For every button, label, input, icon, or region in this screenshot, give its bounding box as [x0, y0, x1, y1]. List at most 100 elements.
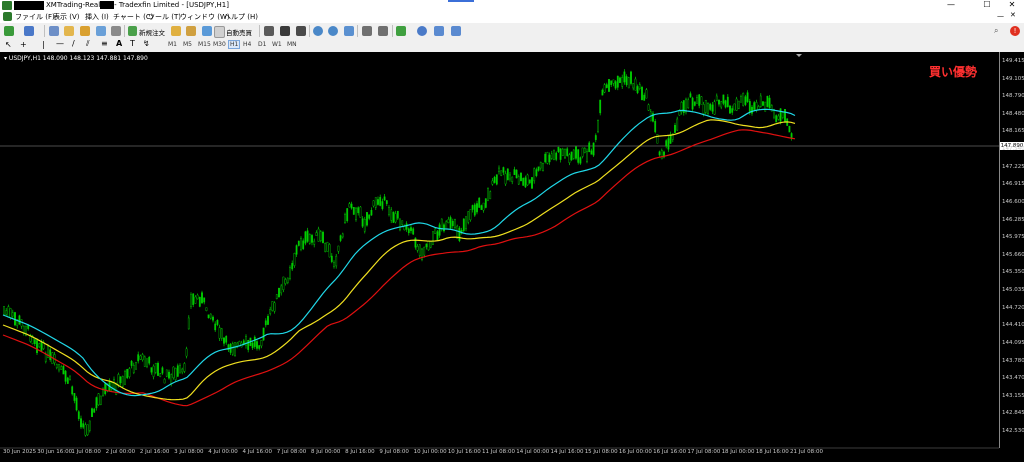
- candle-body: [473, 204, 476, 216]
- screenshot-icon[interactable]: [451, 26, 461, 36]
- navigator-icon[interactable]: [80, 26, 90, 36]
- candle-body: [416, 246, 419, 251]
- signals-icon[interactable]: [186, 26, 196, 36]
- crosshair-icon[interactable]: +: [20, 40, 27, 49]
- vps-icon[interactable]: [202, 26, 212, 36]
- menu-window[interactable]: ウィンドウ (W): [180, 12, 230, 22]
- candle-body: [344, 214, 346, 223]
- chart-area[interactable]: [0, 52, 1024, 462]
- text-icon[interactable]: A: [116, 39, 122, 48]
- candle-body: [722, 94, 725, 104]
- menu-tools[interactable]: ツール (T): [148, 12, 181, 22]
- candle-body: [775, 115, 778, 123]
- vertical-line-icon[interactable]: |: [42, 40, 45, 49]
- tf-m15[interactable]: M15: [198, 41, 211, 48]
- auto-trading-button[interactable]: 自動売買: [226, 27, 252, 37]
- horizontal-line-icon[interactable]: —: [56, 39, 64, 48]
- tf-w1[interactable]: W1: [272, 41, 282, 48]
- time-tick: 11 Jul 08:00: [482, 449, 516, 455]
- templates-icon[interactable]: [434, 26, 444, 36]
- bar-chart-icon[interactable]: [264, 26, 274, 36]
- candle-body: [38, 343, 41, 348]
- candle-body: [533, 168, 536, 182]
- menu-minimize-icon[interactable]: —: [997, 12, 1004, 20]
- time-tick: 16 Jul 00:00: [618, 449, 652, 455]
- candle-body: [399, 218, 401, 231]
- market-watch-icon[interactable]: [49, 26, 59, 36]
- candle-body: [212, 316, 214, 321]
- channel-icon[interactable]: ⫽: [86, 39, 90, 49]
- candle-body: [245, 336, 247, 346]
- candle-body: [718, 99, 720, 105]
- candle-body: [337, 245, 340, 252]
- chart-shift-marker: [796, 54, 802, 57]
- candle-body: [674, 125, 676, 133]
- search-icon[interactable]: ⌕: [994, 26, 998, 36]
- periods-icon[interactable]: [417, 26, 427, 36]
- time-tick: 4 Jul 16:00: [242, 449, 272, 455]
- candle-body: [176, 365, 179, 377]
- candle-body: [275, 294, 278, 300]
- label-icon[interactable]: T: [130, 39, 135, 48]
- zoom-in-icon[interactable]: [313, 26, 323, 36]
- candle-body: [568, 154, 571, 163]
- candle-body: [491, 180, 494, 185]
- alert-icon[interactable]: !: [1010, 26, 1020, 36]
- candle-body: [709, 103, 712, 110]
- menu-insert[interactable]: 挿入 (I): [85, 12, 109, 22]
- tile-windows-icon[interactable]: [344, 26, 354, 36]
- time-tick: 30 Jun 2025: [3, 449, 37, 455]
- new-chart-icon[interactable]: [4, 26, 14, 36]
- data-window-icon[interactable]: [64, 26, 74, 36]
- tf-m1[interactable]: M1: [168, 41, 177, 48]
- menu-help[interactable]: ヘルプ (H): [224, 12, 258, 22]
- maximize-button[interactable]: ☐: [976, 0, 998, 11]
- menu-file[interactable]: ファイル (F): [15, 12, 55, 22]
- close-button[interactable]: ✕: [1001, 0, 1023, 11]
- candle-body: [36, 340, 38, 354]
- candle-body: [388, 207, 390, 215]
- tester-icon[interactable]: [111, 26, 121, 36]
- candle-body: [69, 375, 71, 380]
- profiles-icon[interactable]: [24, 26, 34, 36]
- candle-body: [506, 168, 509, 181]
- tf-h4[interactable]: H4: [243, 41, 251, 48]
- menu-close-icon[interactable]: ✕: [1010, 11, 1016, 19]
- candle-body: [418, 244, 421, 257]
- zoom-out-icon[interactable]: [328, 26, 338, 36]
- candle-body: [766, 95, 769, 107]
- candle-body: [293, 253, 296, 266]
- chart-shift-icon[interactable]: [362, 26, 372, 36]
- tf-d1[interactable]: D1: [258, 41, 266, 48]
- tf-mn[interactable]: MN: [287, 41, 297, 48]
- candle-body: [11, 312, 14, 317]
- autoscroll-icon[interactable]: [378, 26, 388, 36]
- trendline-icon[interactable]: /: [72, 39, 75, 48]
- candle-body: [95, 397, 98, 409]
- new-order-button[interactable]: 新規注文: [139, 27, 165, 37]
- terminal-icon[interactable]: [96, 26, 106, 36]
- tf-h1[interactable]: H1: [228, 40, 241, 49]
- tf-m30[interactable]: M30: [213, 41, 226, 48]
- candlestick-icon[interactable]: [280, 26, 290, 36]
- line-chart-icon[interactable]: [296, 26, 306, 36]
- price-tick: 145.660: [1002, 251, 1024, 258]
- metaeditor-icon[interactable]: [171, 26, 181, 36]
- menu-view[interactable]: 表示 (V): [53, 12, 79, 22]
- candle-body: [405, 223, 408, 230]
- minimize-button[interactable]: —: [940, 0, 962, 11]
- tf-m5[interactable]: M5: [183, 41, 192, 48]
- candle-body: [700, 96, 703, 105]
- cursor-icon[interactable]: ↖: [5, 40, 12, 49]
- time-tick: 8 Jul 00:00: [310, 449, 341, 455]
- indicators-icon[interactable]: [396, 26, 406, 36]
- candle-body: [143, 356, 146, 367]
- candle-body: [220, 328, 223, 339]
- candle-body: [300, 238, 302, 250]
- candle-body: [71, 386, 74, 395]
- time-tick: 9 Jul 08:00: [379, 449, 409, 455]
- candle-body: [599, 99, 602, 114]
- arrows-icon[interactable]: ↯: [143, 39, 150, 48]
- fibonacci-icon[interactable]: ≡: [101, 39, 108, 48]
- candle-body: [740, 96, 742, 103]
